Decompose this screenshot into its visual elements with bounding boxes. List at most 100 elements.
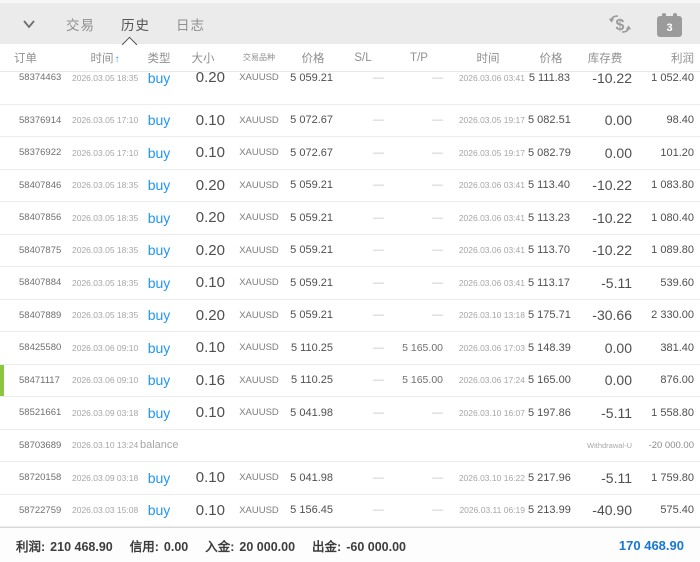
swap-value: -10.22 — [574, 72, 636, 86]
col-sl[interactable]: S/L — [336, 52, 390, 64]
deposit-withdrawal-button[interactable]: $ — [607, 11, 633, 37]
swap-value: -10.22 — [574, 210, 636, 226]
open-time: 2026.03.05 18:35 — [70, 310, 140, 320]
swap-value: 0.00 — [574, 340, 636, 356]
history-row[interactable]: 584711172026.03.06 09:10buy0.16XAUUSD5 1… — [0, 365, 700, 398]
calendar-icon: 3 — [657, 13, 682, 37]
chevron-down-icon — [20, 16, 38, 32]
size-value: 0.20 — [178, 307, 228, 324]
order-id: 58703689 — [0, 440, 70, 451]
history-row[interactable]: 584078892026.03.05 18:35buy0.20XAUUSD5 0… — [0, 300, 700, 333]
open-time: 2026.03.05 18:35 — [70, 73, 140, 83]
size-value: 0.10 — [178, 404, 228, 421]
open-time: 2026.03.06 09:10 — [70, 343, 140, 353]
order-id: 58521661 — [0, 407, 70, 418]
sl-value: — — [336, 114, 390, 126]
col-tp[interactable]: T/P — [390, 52, 448, 64]
open-price: 5 072.67 — [290, 114, 336, 126]
symbol-label: XAUUSD — [228, 342, 290, 353]
collapse-button[interactable] — [18, 13, 40, 35]
profit-value: 539.60 — [636, 277, 700, 289]
symbol-label: XAUUSD — [228, 407, 290, 418]
history-row[interactable]: 584078562026.03.05 18:35buy0.20XAUUSD5 0… — [0, 202, 700, 235]
sl-value: — — [336, 147, 390, 159]
type-label: buy — [140, 242, 178, 258]
swap-value: -5.11 — [574, 275, 636, 291]
close-time: 2026.03.10 16:22 — [448, 473, 528, 483]
close-time: 2026.03.10 13:18 — [448, 310, 528, 320]
open-price: 5 156.45 — [290, 504, 336, 516]
profit-value: 1 089.80 — [636, 244, 700, 256]
col-swap[interactable]: 库存费 — [574, 50, 636, 66]
history-row[interactable]: 587227592026.03.03 15:08buy0.10XAUUSD5 1… — [0, 495, 700, 528]
order-id: 58425580 — [0, 342, 70, 353]
col-profit[interactable]: 利润 — [636, 50, 700, 66]
history-row[interactable]: 587201582026.03.09 03:18buy0.10XAUUSD5 0… — [0, 462, 700, 495]
time: 2026.03.10 13:24 — [70, 440, 140, 450]
history-row[interactable]: 584078842026.03.05 18:35buy0.10XAUUSD5 0… — [0, 267, 700, 300]
calendar-badge: 3 — [657, 16, 682, 37]
history-row[interactable]: 583769142026.03.05 17:10buy0.10XAUUSD5 0… — [0, 105, 700, 138]
open-price: 5 041.98 — [290, 407, 336, 419]
history-row[interactable]: 584078462026.03.05 18:35buy0.20XAUUSD5 0… — [0, 170, 700, 203]
open-time: 2026.03.05 18:35 — [70, 278, 140, 288]
history-row-balance[interactable]: 587036892026.03.10 13:24balanceWithdrawa… — [0, 430, 700, 463]
sort-asc-icon: ↑ — [115, 54, 120, 65]
close-price: 5 113.17 — [528, 277, 574, 289]
order-id: 58407846 — [0, 180, 70, 191]
size-value: 0.10 — [178, 502, 228, 519]
col-size[interactable]: 大小 — [178, 50, 228, 66]
symbol-label: XAUUSD — [228, 505, 290, 516]
tp-value: 5 165.00 — [390, 342, 448, 354]
type-label: balance — [140, 439, 448, 451]
open-price: 5 059.21 — [290, 309, 336, 321]
close-time: 2026.03.06 03:41 — [448, 73, 528, 83]
col-open-price[interactable]: 价格 — [290, 50, 336, 66]
swap-value: 0.00 — [574, 145, 636, 161]
summary-credit-value: 0.00 — [164, 540, 188, 554]
open-price: 5 110.25 — [290, 342, 336, 354]
col-order[interactable]: 订单 — [0, 50, 70, 66]
profit-value: 98.40 — [636, 114, 700, 126]
order-id: 58376922 — [0, 147, 70, 158]
symbol-label: XAUUSD — [228, 72, 290, 83]
summary-profit-value: 210 468.90 — [50, 540, 113, 554]
summary-withdrawal-value: -60 000.00 — [346, 540, 406, 554]
col-type[interactable]: 类型 — [140, 50, 178, 66]
tp-value: — — [390, 277, 448, 289]
history-row[interactable]: 583744632026.03.05 18:35buy0.20XAUUSD5 0… — [0, 72, 700, 105]
history-row[interactable]: 584078752026.03.05 18:35buy0.20XAUUSD5 0… — [0, 235, 700, 268]
tp-value: — — [390, 407, 448, 419]
profit-value: 1 558.80 — [636, 407, 700, 419]
col-symbol[interactable]: 交易品种 — [228, 52, 290, 63]
col-close-time[interactable]: 时间 — [448, 50, 528, 66]
order-id: 58407875 — [0, 245, 70, 256]
tp-value: — — [390, 72, 448, 84]
close-time: 2026.03.06 17:24 — [448, 375, 528, 385]
open-time: 2026.03.06 09:10 — [70, 375, 140, 385]
history-row[interactable]: 584255802026.03.06 09:10buy0.10XAUUSD5 1… — [0, 332, 700, 365]
order-id: 58722759 — [0, 505, 70, 516]
order-id: 58407889 — [0, 310, 70, 321]
tp-value: — — [390, 309, 448, 321]
close-price: 5 148.39 — [528, 342, 574, 354]
swap-value: -10.22 — [574, 177, 636, 193]
sl-value: — — [336, 374, 390, 386]
sl-value: — — [336, 277, 390, 289]
tp-value: — — [390, 504, 448, 516]
tab-history[interactable]: 历史 — [121, 14, 150, 34]
profit-value: 381.40 — [636, 342, 700, 354]
tab-trade[interactable]: 交易 — [66, 14, 95, 34]
open-price: 5 110.25 — [290, 374, 336, 386]
summary-total: 170 468.90 — [619, 538, 684, 553]
calendar-filter-button[interactable]: 3 — [657, 11, 682, 37]
col-close-price[interactable]: 价格 — [528, 50, 574, 66]
tab-journal[interactable]: 日志 — [176, 14, 205, 34]
top-tab-bar: 交易 历史 日志 $ 3 — [0, 3, 700, 44]
open-time: 2026.03.09 03:18 — [70, 408, 140, 418]
summary-withdrawal-label: 出金: — [312, 540, 341, 554]
close-price: 5 165.00 — [528, 374, 574, 386]
type-label: buy — [140, 145, 178, 161]
history-row[interactable]: 585216612026.03.09 03:18buy0.10XAUUSD5 0… — [0, 397, 700, 430]
history-row[interactable]: 583769222026.03.05 17:10buy0.10XAUUSD5 0… — [0, 137, 700, 170]
